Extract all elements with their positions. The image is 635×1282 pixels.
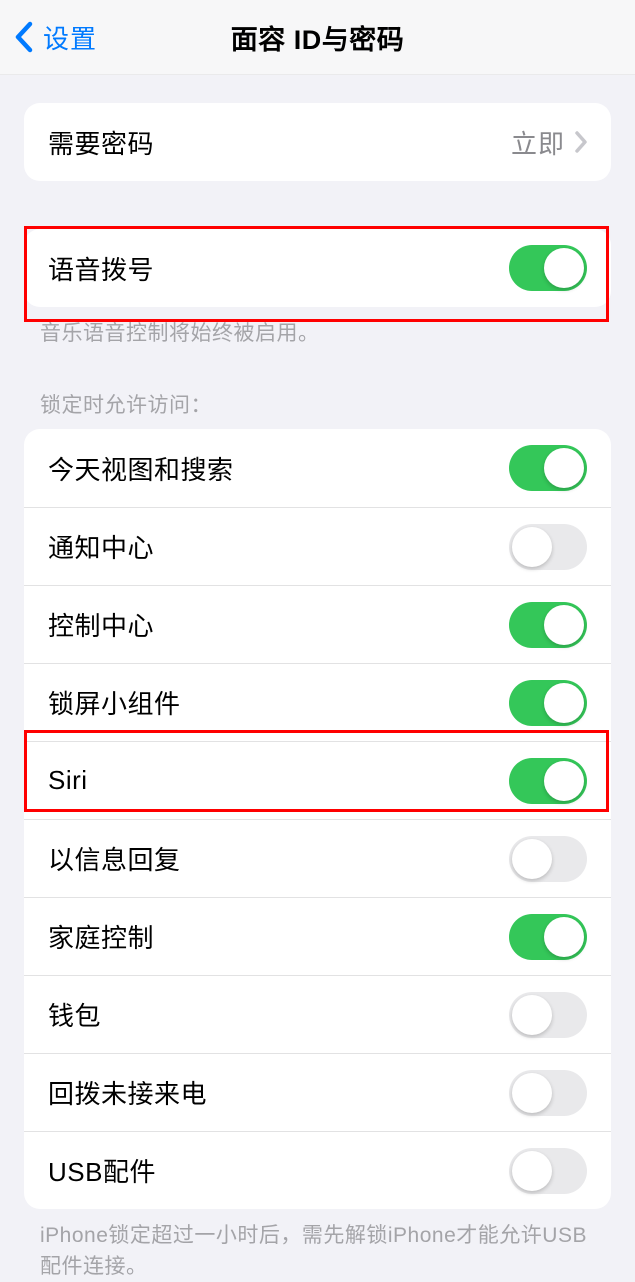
lockscreen-item-row[interactable]: 家庭控制 xyxy=(24,897,611,975)
navigation-bar: 设置 面容 ID与密码 xyxy=(0,0,635,75)
toggle-knob xyxy=(544,448,584,488)
voice-dial-toggle[interactable] xyxy=(509,245,587,291)
lockscreen-item-label: Siri xyxy=(48,765,88,796)
voice-dial-group: 语音拨号 xyxy=(24,229,611,307)
lockscreen-item-label: 锁屏小组件 xyxy=(48,684,181,721)
require-passcode-value: 立即 xyxy=(511,124,565,161)
voice-dial-footer: 音乐语音控制将始终被启用。 xyxy=(0,307,635,349)
lockscreen-item-row[interactable]: Siri xyxy=(24,741,611,819)
lockscreen-item-row[interactable]: 锁屏小组件 xyxy=(24,663,611,741)
voice-dial-label: 语音拨号 xyxy=(48,250,154,287)
lockscreen-item-row[interactable]: USB配件 xyxy=(24,1131,611,1209)
lockscreen-item-toggle[interactable] xyxy=(509,914,587,960)
voice-dial-row[interactable]: 语音拨号 xyxy=(24,229,611,307)
lockscreen-access-group: 今天视图和搜索通知中心控制中心锁屏小组件 Siri 以信息回复家庭控制钱包回拨未接来… xyxy=(24,429,611,1209)
back-button[interactable]: 设置 xyxy=(0,0,97,74)
lockscreen-item-label: USB配件 xyxy=(48,1152,156,1189)
toggle-knob xyxy=(544,248,584,288)
lockscreen-item-label: 通知中心 xyxy=(48,528,154,565)
lockscreen-item-toggle[interactable] xyxy=(509,524,587,570)
lockscreen-item-toggle[interactable] xyxy=(509,680,587,726)
toggle-knob xyxy=(544,761,584,801)
lockscreen-item-row[interactable]: 控制中心 xyxy=(24,585,611,663)
lockscreen-footer: iPhone锁定超过一小时后，需先解锁iPhone才能允许USB配件连接。 xyxy=(0,1209,635,1282)
lockscreen-item-row[interactable]: 今天视图和搜索 xyxy=(24,429,611,507)
toggle-knob xyxy=(544,605,584,645)
lockscreen-header: 锁定时允许访问： xyxy=(0,389,635,429)
toggle-knob xyxy=(512,1073,552,1113)
toggle-knob xyxy=(512,995,552,1035)
toggle-knob xyxy=(544,683,584,723)
back-label: 设置 xyxy=(43,19,97,56)
toggle-knob xyxy=(512,527,552,567)
require-passcode-label: 需要密码 xyxy=(48,124,154,161)
lockscreen-item-toggle[interactable] xyxy=(509,1148,587,1194)
toggle-knob xyxy=(512,839,552,879)
lockscreen-item-toggle[interactable] xyxy=(509,602,587,648)
row-right: 立即 xyxy=(511,124,587,161)
passcode-group: 需要密码 立即 xyxy=(24,103,611,181)
lockscreen-item-toggle[interactable] xyxy=(509,758,587,804)
lockscreen-item-label: 钱包 xyxy=(48,996,101,1033)
back-chevron-icon xyxy=(14,21,33,53)
lockscreen-item-label: 回拨未接来电 xyxy=(48,1074,207,1111)
lockscreen-item-label: 今天视图和搜索 xyxy=(48,450,234,487)
lockscreen-item-row[interactable]: 回拨未接来电 xyxy=(24,1053,611,1131)
lockscreen-item-row[interactable]: 以信息回复 xyxy=(24,819,611,897)
chevron-right-icon xyxy=(575,131,587,153)
lockscreen-item-label: 控制中心 xyxy=(48,606,154,643)
lockscreen-item-toggle[interactable] xyxy=(509,992,587,1038)
lockscreen-item-toggle[interactable] xyxy=(509,836,587,882)
lockscreen-item-row[interactable]: 通知中心 xyxy=(24,507,611,585)
lockscreen-item-toggle[interactable] xyxy=(509,1070,587,1116)
require-passcode-row[interactable]: 需要密码 立即 xyxy=(24,103,611,181)
lockscreen-item-row[interactable]: 钱包 xyxy=(24,975,611,1053)
lockscreen-item-label: 家庭控制 xyxy=(48,918,154,955)
lockscreen-item-label: 以信息回复 xyxy=(48,840,181,877)
content-area: 需要密码 立即 语音拨号 音乐语音控制将始终被启用。 锁定时允许访问： 今天视图… xyxy=(0,75,635,1282)
toggle-knob xyxy=(544,917,584,957)
toggle-knob xyxy=(512,1151,552,1191)
lockscreen-item-toggle[interactable] xyxy=(509,445,587,491)
